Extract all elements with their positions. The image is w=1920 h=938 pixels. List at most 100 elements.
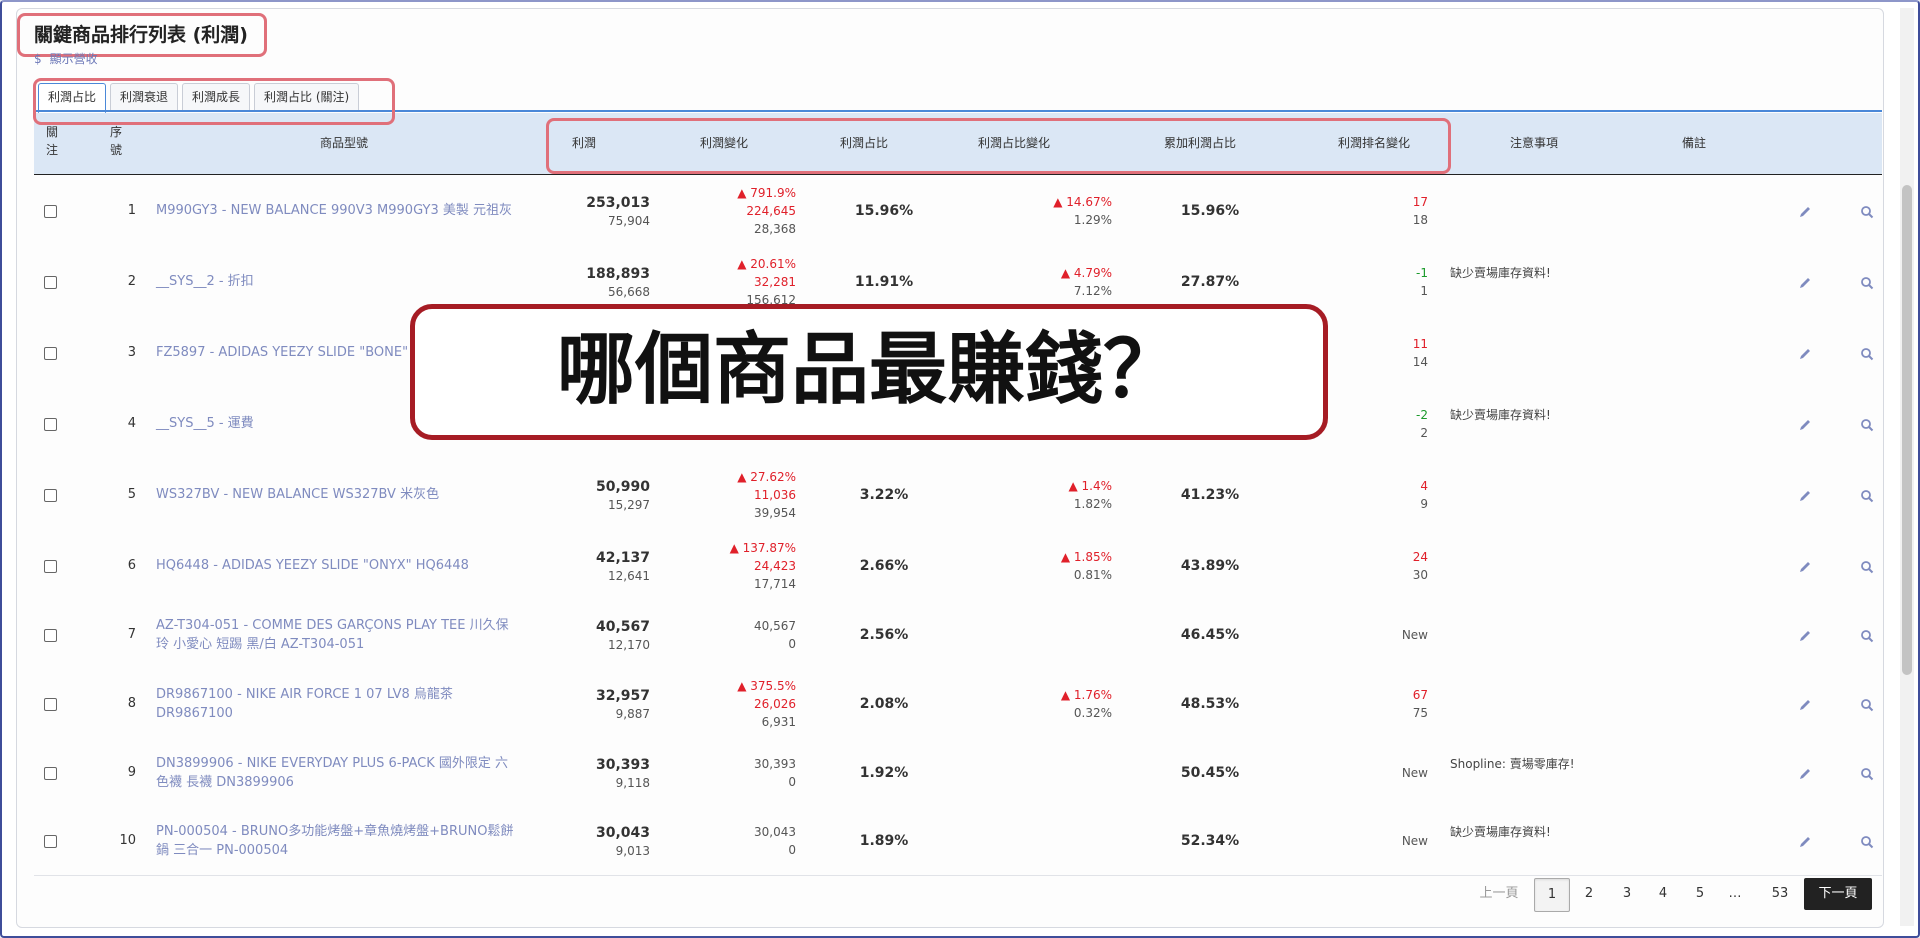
cumulative-share-value: 48.53% bbox=[1180, 696, 1240, 712]
search-icon[interactable] bbox=[1860, 628, 1874, 643]
search-icon[interactable] bbox=[1860, 204, 1874, 218]
profit-cell: 253,013 75,904 bbox=[554, 193, 650, 229]
share-prev-value: 7.12% bbox=[1073, 283, 1112, 298]
share-change-cell: ▲ 14.67% 1.29% bbox=[994, 193, 1112, 229]
watch-checkbox[interactable] bbox=[44, 835, 57, 848]
watch-checkbox[interactable] bbox=[44, 559, 57, 573]
profit-change-abs: 224,645 bbox=[746, 203, 796, 218]
page-5-button[interactable]: 5 bbox=[1683, 878, 1717, 910]
profit-cell: 32,957 9,887 bbox=[554, 686, 650, 722]
rank-prev-value: 30 bbox=[1412, 567, 1428, 582]
profit-prev-value: 12,641 bbox=[608, 568, 650, 583]
product-line1: DN3899906 - NIKE EVERYDAY PLUS 6-PACK 國外… bbox=[156, 756, 509, 771]
next-page-button[interactable]: 下一頁 bbox=[1804, 878, 1872, 910]
profit-cell: 42,137 12,641 bbox=[554, 548, 650, 584]
watch-checkbox[interactable] bbox=[44, 488, 57, 502]
profit-change-abs: 32,281 bbox=[754, 274, 796, 289]
share-change-value: ▲ 1.85% bbox=[1060, 549, 1112, 564]
rank-change-value: New bbox=[1401, 834, 1428, 848]
share-prev-value: 1.82% bbox=[1073, 496, 1112, 511]
page-1-button[interactable]: 1 bbox=[1534, 878, 1570, 912]
pencil-icon[interactable] bbox=[1798, 488, 1812, 502]
pencil-icon[interactable] bbox=[1798, 417, 1812, 431]
profit-value: 50,990 bbox=[595, 478, 650, 495]
watch-checkbox[interactable] bbox=[44, 275, 57, 289]
product-line1: PN-000504 - BRUNO多功能烤盤+章魚燒烤盤+BRUNO鬆餅 bbox=[156, 824, 514, 839]
pencil-icon[interactable] bbox=[1798, 834, 1812, 848]
profit-change-prev: 0 bbox=[788, 843, 796, 857]
show-revenue-link[interactable]: $ 顯示營收 bbox=[34, 50, 98, 67]
search-icon[interactable] bbox=[1860, 834, 1874, 849]
rank-change-value: 11 bbox=[1412, 336, 1428, 351]
search-icon[interactable] bbox=[1860, 488, 1874, 502]
watch-checkbox[interactable] bbox=[44, 629, 57, 642]
profit-value: 188,893 bbox=[586, 265, 650, 282]
product-link[interactable]: DR9867100 - NIKE AIR FORCE 1 07 LV8 烏龍茶 D… bbox=[156, 685, 526, 723]
watch-checkbox[interactable] bbox=[44, 346, 57, 360]
col-product[interactable]: 商品型號 bbox=[274, 134, 414, 152]
profit-change-prev: 0 bbox=[788, 775, 796, 789]
profit-share-value: 2.66% bbox=[859, 557, 909, 574]
scrollbar-thumb[interactable] bbox=[1902, 185, 1912, 675]
profit-change-cell: ▲ 375.5% 26,026 6,931 bbox=[664, 677, 796, 731]
watch-checkbox[interactable] bbox=[44, 698, 57, 711]
watch-checkbox[interactable] bbox=[44, 204, 57, 218]
share-change-value: ▲ 1.4% bbox=[1068, 478, 1112, 493]
profit-cell: 30,043 9,013 bbox=[554, 823, 650, 859]
profit-change-pct: ▲ 137.87% bbox=[729, 540, 796, 555]
profit-change-prev: 6,931 bbox=[761, 715, 796, 729]
search-icon[interactable] bbox=[1860, 559, 1874, 573]
profit-share-value: 2.08% bbox=[859, 696, 909, 712]
pencil-icon[interactable] bbox=[1798, 559, 1812, 573]
profit-change-cell: ▲ 27.62% 11,036 39,954 bbox=[664, 468, 796, 522]
profit-change-pct: ▲ 791.9% bbox=[737, 185, 796, 200]
search-icon[interactable] bbox=[1860, 697, 1874, 712]
table-row: 5 WS327BV - NEW BALANCE WS327BV 米灰色 50,990… bbox=[34, 459, 1882, 531]
share-change-cell: ▲ 1.76% 0.32% bbox=[994, 686, 1112, 722]
search-icon[interactable] bbox=[1860, 417, 1874, 431]
columns-highlight-box bbox=[546, 118, 1451, 174]
profit-cell: 30,393 9,118 bbox=[554, 755, 650, 791]
profit-prev-value: 15,297 bbox=[608, 497, 650, 512]
pencil-icon[interactable] bbox=[1798, 628, 1812, 642]
prev-page-button[interactable]: 上一頁 bbox=[1474, 878, 1524, 910]
watch-checkbox[interactable] bbox=[44, 417, 57, 431]
profit-change-abs: 11,036 bbox=[754, 487, 796, 502]
col-remarks: 備註 bbox=[1681, 136, 1706, 150]
profit-change-prev: 39,954 bbox=[754, 505, 796, 520]
page-2-button[interactable]: 2 bbox=[1572, 878, 1606, 910]
pencil-icon[interactable] bbox=[1798, 697, 1812, 711]
share-change-cell: ▲ 1.4% 1.82% bbox=[994, 477, 1112, 513]
search-icon[interactable] bbox=[1860, 346, 1874, 360]
share-prev-value: 1.29% bbox=[1073, 212, 1112, 227]
page-4-button[interactable]: 4 bbox=[1646, 878, 1680, 910]
profit-change-cell: ▲ 791.9% 224,645 28,368 bbox=[664, 184, 796, 238]
rank-change-value: -2 bbox=[1416, 407, 1428, 422]
product-link[interactable]: M990GY3 - NEW BALANCE 990V3 M990GY3 美製 元… bbox=[156, 201, 526, 220]
profit-value: 40,567 bbox=[595, 619, 650, 635]
col-watch-line1: 關 bbox=[45, 125, 58, 139]
pencil-icon[interactable] bbox=[1798, 275, 1812, 289]
pencil-icon[interactable] bbox=[1798, 346, 1812, 360]
pencil-icon[interactable] bbox=[1798, 204, 1812, 218]
product-link[interactable]: DN3899906 - NIKE EVERYDAY PLUS 6-PACK 國外… bbox=[156, 754, 526, 792]
pencil-icon[interactable] bbox=[1798, 766, 1812, 780]
rank-change-cell: -2 2 bbox=[1354, 406, 1428, 442]
profit-change-pct: ▲ 375.5% bbox=[737, 679, 796, 693]
product-line1: AZ-T304-051 - COMME DES GARÇONS PLAY TEE… bbox=[156, 618, 509, 633]
page-53-button[interactable]: 53 bbox=[1762, 878, 1798, 910]
watch-checkbox[interactable] bbox=[44, 767, 57, 780]
search-icon[interactable] bbox=[1860, 766, 1874, 781]
product-link[interactable]: AZ-T304-051 - COMME DES GARÇONS PLAY TEE… bbox=[156, 616, 526, 654]
product-link[interactable]: PN-000504 - BRUNO多功能烤盤+章魚燒烤盤+BRUNO鬆餅鍋 三合… bbox=[156, 822, 526, 860]
rank-change-value: 67 bbox=[1412, 688, 1428, 702]
col-notes: 注意事項 bbox=[1509, 136, 1558, 150]
product-line2: 色襪 長襪 DN3899906 bbox=[156, 775, 294, 790]
search-icon[interactable] bbox=[1860, 275, 1874, 289]
product-link[interactable]: __SYS__2 - 折扣 bbox=[156, 272, 526, 291]
notes-text: 缺少賣場庫存資料! bbox=[1450, 407, 1551, 422]
product-link[interactable]: HQ6448 - ADIDAS YEEZY SLIDE "ONYX" HQ644… bbox=[156, 556, 526, 575]
page-3-button[interactable]: 3 bbox=[1610, 878, 1644, 910]
product-link[interactable]: WS327BV - NEW BALANCE WS327BV 米灰色 bbox=[156, 485, 526, 504]
cumulative-share-value: 52.34% bbox=[1180, 833, 1240, 849]
